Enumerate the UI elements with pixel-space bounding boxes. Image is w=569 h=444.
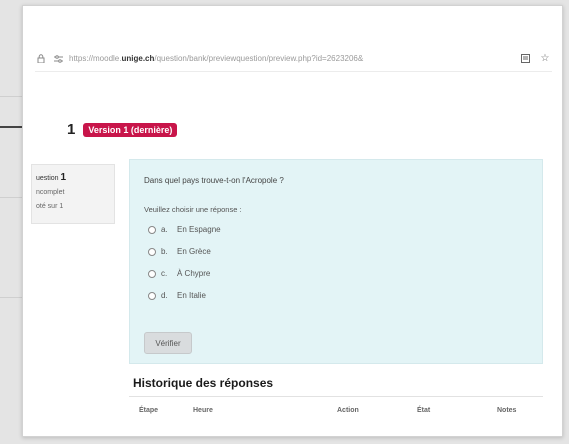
url-prefix: https://moodle. [69, 54, 122, 63]
answer-prompt: Veuillez choisir une réponse : [144, 205, 242, 214]
option-letter: a. [161, 225, 168, 234]
answer-option-a[interactable]: a. En Espagne [148, 225, 221, 234]
version-badge: Version 1 (dernière) [83, 122, 178, 137]
history-column-time: Heure [193, 407, 213, 414]
lock-icon[interactable] [35, 54, 47, 63]
url-text[interactable]: https://moodle.unige.ch/question/bank/pr… [69, 54, 518, 63]
radio-icon[interactable] [148, 291, 156, 300]
history-title: Historique des réponses [133, 376, 274, 390]
question-status: ncomplet [36, 189, 65, 196]
background-divider [0, 297, 22, 298]
question-info-label: uestion [36, 175, 59, 182]
reader-icon[interactable] [518, 54, 532, 63]
question-text: Dans quel pays trouve-t-on l'Acropole ? [144, 176, 284, 185]
background-divider [0, 96, 22, 97]
question-info-number: 1 [60, 172, 67, 183]
check-button[interactable]: Vérifier [144, 332, 192, 354]
browser-window: https://moodle.unige.ch/question/bank/pr… [22, 5, 563, 437]
question-heading: 1 Version 1 (dernière) [67, 121, 178, 138]
question-info-panel: uestion 1 ncomplet oté sur 1 [31, 164, 115, 224]
radio-icon[interactable] [148, 247, 156, 256]
option-text: À Chypre [177, 269, 211, 278]
option-text: En Grèce [177, 247, 211, 256]
question-content: Dans quel pays trouve-t-on l'Acropole ? … [129, 159, 543, 364]
option-letter: b. [161, 247, 168, 256]
answer-option-b[interactable]: b. En Grèce [148, 247, 211, 256]
option-text: En Espagne [177, 225, 221, 234]
answer-option-d[interactable]: d. En Italie [148, 291, 206, 300]
history-column-action: Action [337, 407, 359, 414]
address-bar[interactable]: https://moodle.unige.ch/question/bank/pr… [35, 46, 552, 72]
tune-icon[interactable] [52, 54, 64, 63]
option-letter: d. [161, 291, 168, 300]
radio-icon[interactable] [148, 269, 156, 278]
star-icon[interactable]: ☆ [538, 53, 552, 64]
question-number: 1 [67, 121, 76, 138]
question-points: oté sur 1 [36, 203, 64, 210]
option-text: En Italie [177, 291, 206, 300]
option-letter: c. [161, 269, 168, 278]
url-path: /question/bank/previewquestion/preview.p… [154, 54, 364, 63]
history-column-state: État [417, 407, 431, 414]
question-info-title: uestion 1 [36, 171, 114, 186]
background-divider [0, 197, 22, 198]
history-column-step: Étape [139, 407, 159, 414]
background-accent-line [0, 126, 22, 128]
history-column-notes: Notes [497, 407, 517, 414]
url-domain: unige.ch [121, 54, 155, 63]
radio-icon[interactable] [148, 225, 156, 234]
history-divider [129, 396, 543, 397]
answer-option-c[interactable]: c. À Chypre [148, 269, 210, 278]
